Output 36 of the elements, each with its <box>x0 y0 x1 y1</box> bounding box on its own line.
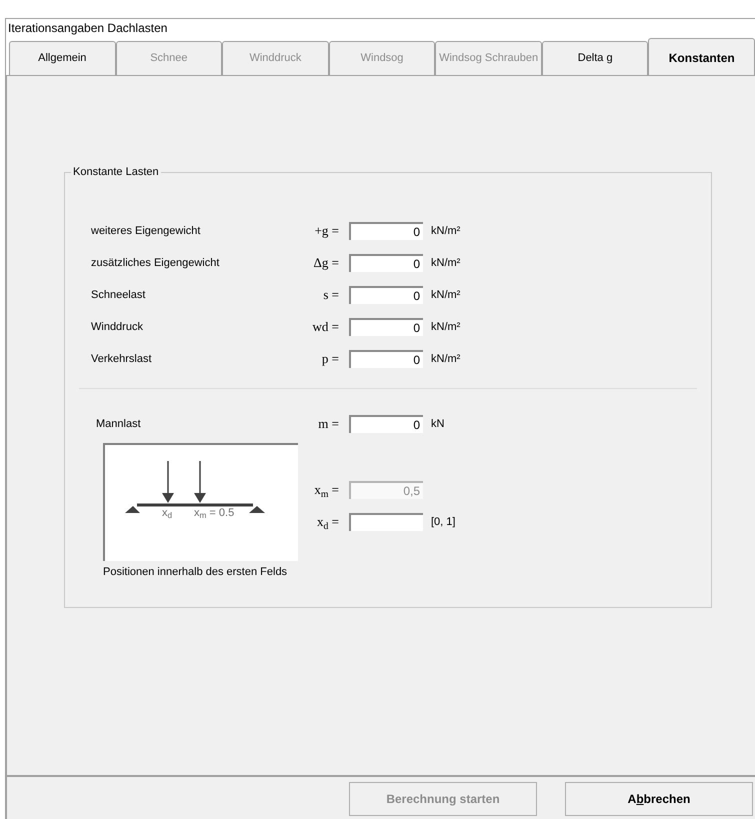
tab[interactable]: Allgemein <box>9 41 116 75</box>
field-label: weiteres Eigengewicht <box>90 224 202 239</box>
input-field[interactable]: 0 <box>349 350 423 368</box>
diagram-caption: Positionen innerhalb des ersten Felds <box>103 565 288 580</box>
unit-label: kN <box>430 416 444 432</box>
symbol-label: +g = <box>314 222 340 240</box>
symbol-label: s = <box>322 286 340 304</box>
tab[interactable]: Delta g <box>542 41 648 75</box>
tab[interactable]: Konstanten <box>648 38 755 76</box>
field-label: zusätzliches Eigengewicht <box>90 256 220 271</box>
input-field[interactable]: 0 <box>349 318 423 336</box>
symbol-label: x$_{d}$ = <box>316 513 340 532</box>
unit-label: kN/m² <box>430 256 460 271</box>
field-label: Winddruck <box>90 320 144 335</box>
range-label: [0, 1] <box>430 514 456 530</box>
field-label: Mannlast <box>95 416 142 432</box>
symbol-label: wd = <box>312 318 340 336</box>
unit-label: kN/m² <box>430 352 460 367</box>
diagram-label: x$_{m}$ = 0.5 <box>194 507 234 519</box>
symbol-label: p = <box>320 350 340 368</box>
input-field[interactable]: 0 <box>349 254 423 272</box>
dialog-button[interactable]: Abbrechen <box>565 782 753 816</box>
symbol-label: m = <box>317 415 340 434</box>
input-field[interactable]: 0 <box>349 222 423 240</box>
symbol-label: x$_{m}$ = <box>313 481 340 500</box>
input-field[interactable]: 0 <box>349 286 423 304</box>
unit-label: kN/m² <box>430 320 460 335</box>
window-title: Iterationsangaben Dachlasten <box>7 20 168 37</box>
unit-label: kN/m² <box>430 288 460 303</box>
field-label: Schneelast <box>90 288 146 303</box>
input-field[interactable]: 0 <box>349 415 423 433</box>
input-field[interactable] <box>349 513 423 531</box>
field-label: Verkehrslast <box>90 352 153 367</box>
unit-label: kN/m² <box>430 224 460 239</box>
symbol-label: Δg = <box>312 254 340 272</box>
diagram-label: x$_{d}$ <box>162 507 172 519</box>
